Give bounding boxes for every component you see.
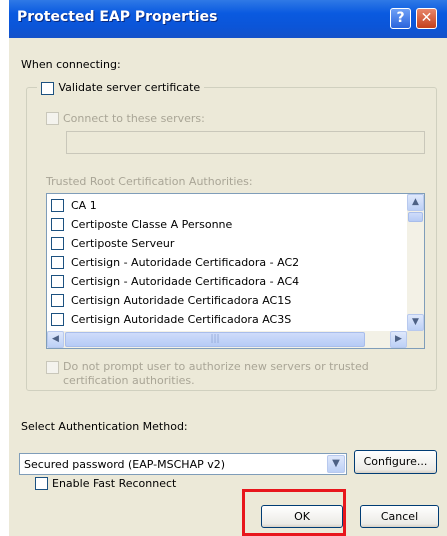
list-item[interactable]: Certisign - Autoridade Certificadora - A… [49, 272, 407, 292]
list-item[interactable]: Certisign Autoridade Certificadora AC3S [49, 310, 407, 330]
close-icon: ✕ [420, 10, 433, 26]
vertical-scroll-thumb[interactable] [408, 212, 423, 222]
list-item-checkbox[interactable] [51, 313, 64, 326]
list-item-checkbox[interactable] [51, 275, 64, 288]
scroll-left-button[interactable]: ◀ [47, 331, 64, 348]
chevron-left-icon: ◀ [52, 334, 59, 344]
fast-reconnect-checkbox[interactable] [35, 477, 48, 490]
configure-button-label: Configure... [363, 455, 428, 468]
chevron-down-icon: ▼ [332, 458, 340, 469]
no-prompt-label-line2: certification authorities. [63, 374, 195, 387]
dialog-window: Protected EAP Properties ? ✕ When connec… [9, 0, 447, 536]
validate-server-certificate-checkbox[interactable] [41, 81, 54, 95]
list-item-label: Certiposte Serveur [71, 237, 175, 250]
list-item-checkbox[interactable] [51, 218, 64, 231]
list-item[interactable]: Certisign Autoridade Certificadora AC1S [49, 291, 407, 311]
chevron-right-icon: ▶ [395, 334, 402, 344]
auth-method-select[interactable]: Secured password (EAP-MSCHAP v2) ▼ [19, 453, 347, 475]
list-item[interactable]: CA 1 [49, 196, 407, 216]
servers-input[interactable] [66, 131, 425, 154]
auth-method-label: Select Authentication Method: [21, 420, 188, 433]
list-item[interactable]: Certiposte Classe A Personne [49, 215, 407, 235]
chevron-down-icon: ▼ [412, 317, 419, 327]
list-item-checkbox[interactable] [51, 256, 64, 269]
list-item-checkbox[interactable] [51, 294, 64, 307]
list-item-checkbox[interactable] [51, 237, 64, 250]
scrollbar-corner [407, 331, 424, 348]
list-item-label: Certisign Autoridade Certificadora AC1S [71, 294, 292, 307]
scroll-down-button[interactable]: ▼ [407, 314, 424, 331]
dialog-body: When connecting: Validate server certifi… [9, 38, 447, 536]
horizontal-scroll-thumb[interactable]: ||| [65, 332, 365, 347]
connect-to-servers-checkbox[interactable] [46, 112, 59, 125]
help-button[interactable]: ? [390, 8, 411, 29]
cancel-button-label: Cancel [380, 510, 419, 523]
trusted-root-list[interactable]: CA 1 Certiposte Classe A Personne Certip… [46, 193, 425, 349]
window-title: Protected EAP Properties [17, 9, 218, 25]
grip-icon: ||| [210, 334, 220, 344]
no-prompt-label-line1: Do not prompt user to authorize new serv… [63, 360, 369, 373]
when-connecting-label: When connecting: [21, 58, 121, 71]
validate-server-certificate-label: Validate server certificate [58, 80, 201, 94]
fast-reconnect-label: Enable Fast Reconnect [52, 477, 177, 490]
list-item-checkbox[interactable] [51, 199, 64, 212]
ok-highlight-box [242, 489, 346, 536]
cancel-button[interactable]: Cancel [360, 505, 439, 528]
vertical-scrollbar[interactable]: ▲ ▼ [407, 194, 424, 331]
chevron-up-icon: ▲ [412, 197, 419, 207]
auth-method-selected-value: Secured password (EAP-MSCHAP v2) [24, 458, 226, 471]
list-item[interactable]: Certisign - Autoridade Certificadora - A… [49, 253, 407, 273]
list-item[interactable]: Certiposte Serveur [49, 234, 407, 254]
list-item-label: Certisign Autoridade Certificadora AC3S [71, 313, 292, 326]
trusted-root-label: Trusted Root Certification Authorities: [46, 175, 253, 188]
configure-button[interactable]: Configure... [354, 450, 437, 474]
connect-to-servers-label: Connect to these servers: [63, 112, 205, 125]
list-item-label: Certisign - Autoridade Certificadora - A… [71, 275, 300, 288]
list-item-label: Certisign - Autoridade Certificadora - A… [71, 256, 300, 269]
list-item-label: CA 1 [71, 199, 97, 212]
validate-server-certificate-checkbox-row[interactable]: Validate server certificate [37, 80, 205, 96]
no-prompt-checkbox[interactable] [46, 361, 59, 374]
title-bar[interactable]: Protected EAP Properties ? ✕ [9, 0, 447, 38]
question-mark-icon: ? [396, 10, 405, 26]
horizontal-scrollbar[interactable]: ◀ ||| ▶ [47, 331, 407, 348]
scroll-up-button[interactable]: ▲ [407, 194, 424, 211]
dropdown-button[interactable]: ▼ [327, 455, 345, 473]
scroll-right-button[interactable]: ▶ [390, 331, 407, 348]
close-button[interactable]: ✕ [416, 8, 437, 29]
list-item-label: Certiposte Classe A Personne [71, 218, 233, 231]
